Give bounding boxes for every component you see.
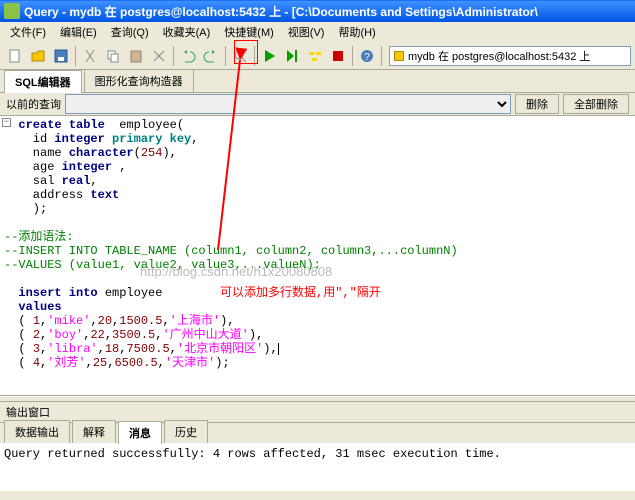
separator — [75, 46, 76, 66]
menu-edit[interactable]: 编辑(E) — [54, 22, 103, 42]
explain-icon[interactable] — [304, 45, 326, 67]
paste-icon[interactable] — [125, 45, 147, 67]
db-icon — [394, 51, 404, 61]
tab-explain[interactable]: 解释 — [72, 420, 116, 443]
db-selector[interactable]: mydb 在 postgres@localhost:5432 上 — [389, 46, 631, 66]
cancel-icon[interactable] — [327, 45, 349, 67]
tab-messages[interactable]: 消息 — [118, 421, 162, 444]
editor-tabs: SQL编辑器 图形化查询构造器 — [0, 70, 635, 92]
help-icon[interactable]: ? — [356, 45, 378, 67]
menu-macros[interactable]: 快捷键(M) — [218, 22, 280, 42]
menu-bar: 文件(F) 编辑(E) 查询(Q) 收藏夹(A) 快捷键(M) 视图(V) 帮助… — [0, 22, 635, 42]
menu-file[interactable]: 文件(F) — [4, 22, 52, 42]
clear-icon[interactable] — [148, 45, 170, 67]
history-bar: 以前的查询 删除 全部删除 — [0, 92, 635, 116]
undo-icon[interactable] — [177, 45, 199, 67]
tab-sql-editor[interactable]: SQL编辑器 — [4, 70, 82, 93]
history-label: 以前的查询 — [6, 96, 61, 112]
output-tabs: 数据输出 解释 消息 历史 — [0, 423, 635, 443]
menu-favorites[interactable]: 收藏夹(A) — [157, 22, 217, 42]
tab-data-output[interactable]: 数据输出 — [4, 420, 70, 443]
save-icon[interactable] — [50, 45, 72, 67]
separator — [381, 46, 382, 66]
separator — [173, 46, 174, 66]
sql-editor[interactable]: − create table employee( id integer prim… — [0, 116, 635, 396]
editor-content[interactable]: create table employee( id integer primar… — [0, 116, 635, 372]
app-icon — [4, 3, 20, 19]
separator — [225, 46, 226, 66]
fold-gutter[interactable]: − — [2, 118, 11, 127]
separator — [254, 46, 255, 66]
menu-query[interactable]: 查询(Q) — [105, 22, 155, 42]
tab-history[interactable]: 历史 — [164, 420, 208, 443]
tab-graphical-query[interactable]: 图形化查询构造器 — [84, 69, 194, 92]
svg-text:?: ? — [364, 52, 370, 63]
find-icon[interactable] — [229, 45, 251, 67]
separator — [352, 46, 353, 66]
output-messages: Query returned successfully: 4 rows affe… — [0, 443, 635, 491]
cut-icon[interactable] — [79, 45, 101, 67]
copy-icon[interactable] — [102, 45, 124, 67]
redo-icon[interactable] — [200, 45, 222, 67]
menu-help[interactable]: 帮助(H) — [332, 22, 381, 42]
window-title: Query - mydb 在 postgres@localhost:5432 上… — [24, 3, 538, 20]
annotation-text: 可以添加多行数据,用","隔开 — [220, 286, 381, 300]
toolbar: ? mydb 在 postgres@localhost:5432 上 — [0, 42, 635, 70]
history-select[interactable] — [65, 94, 511, 114]
menu-view[interactable]: 视图(V) — [282, 22, 331, 42]
output-message-text: Query returned successfully: 4 rows affe… — [4, 447, 501, 461]
delete-button[interactable]: 删除 — [515, 94, 559, 114]
execute-pgscript-icon[interactable] — [281, 45, 303, 67]
new-icon[interactable] — [4, 45, 26, 67]
db-label: mydb 在 postgres@localhost:5432 上 — [408, 48, 590, 64]
execute-icon[interactable] — [258, 45, 280, 67]
title-bar: Query - mydb 在 postgres@localhost:5432 上… — [0, 0, 635, 22]
open-icon[interactable] — [27, 45, 49, 67]
delete-all-button[interactable]: 全部删除 — [563, 94, 629, 114]
